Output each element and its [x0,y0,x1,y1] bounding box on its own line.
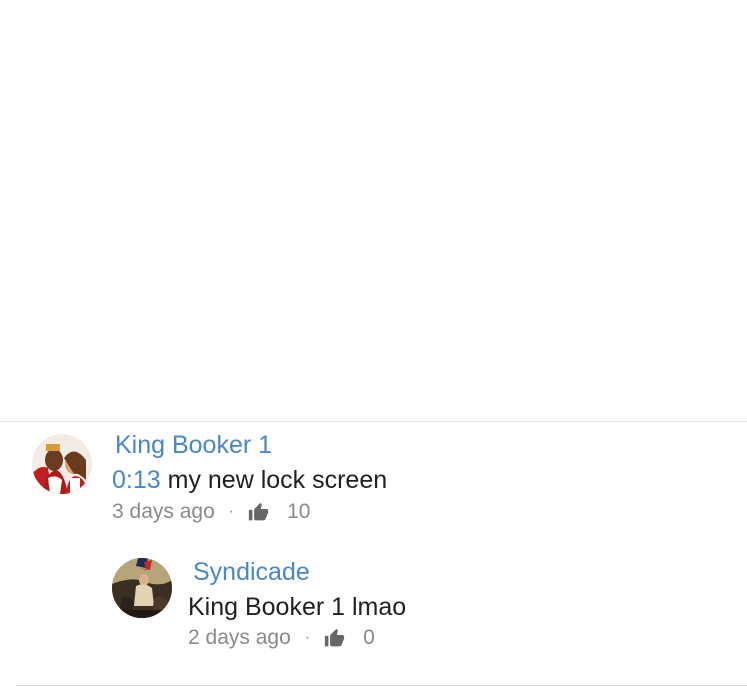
reply-text: King Booker 1 lmao [188,593,407,621]
comment-text: 0:13 my new lock screen [112,464,387,496]
comment-age: 3 days ago [112,500,215,523]
reply-meta: 2 days ago · 0 [188,624,375,652]
content-area-blank [0,0,747,421]
reply-author-link[interactable]: Syndicade [193,557,310,587]
avatar[interactable] [112,558,172,618]
reply-age: 2 days ago [188,626,291,649]
comment-body: my new lock screen [160,466,388,494]
comment-meta: 3 days ago · 10 [112,498,310,526]
comment-author-link[interactable]: King Booker 1 [115,430,272,460]
video-timestamp-link[interactable]: 0:13 [112,466,161,494]
like-count: 10 [287,500,311,523]
meta-separator: · [304,629,311,646]
avatar[interactable] [32,434,92,494]
reply-item: Syndicade King Booker 1 lmao 2 days ago … [0,548,747,668]
meta-separator: · [228,503,235,520]
avatar-king-booker-photo-icon [32,434,92,494]
divider [16,685,747,686]
thumbs-up-icon[interactable] [324,628,345,649]
comment-item: King Booker 1 0:13 my new lock screen 3 … [0,422,747,532]
avatar-painting-photo-icon [112,558,172,618]
thumbs-up-icon[interactable] [248,502,269,523]
like-count: 0 [363,626,375,649]
